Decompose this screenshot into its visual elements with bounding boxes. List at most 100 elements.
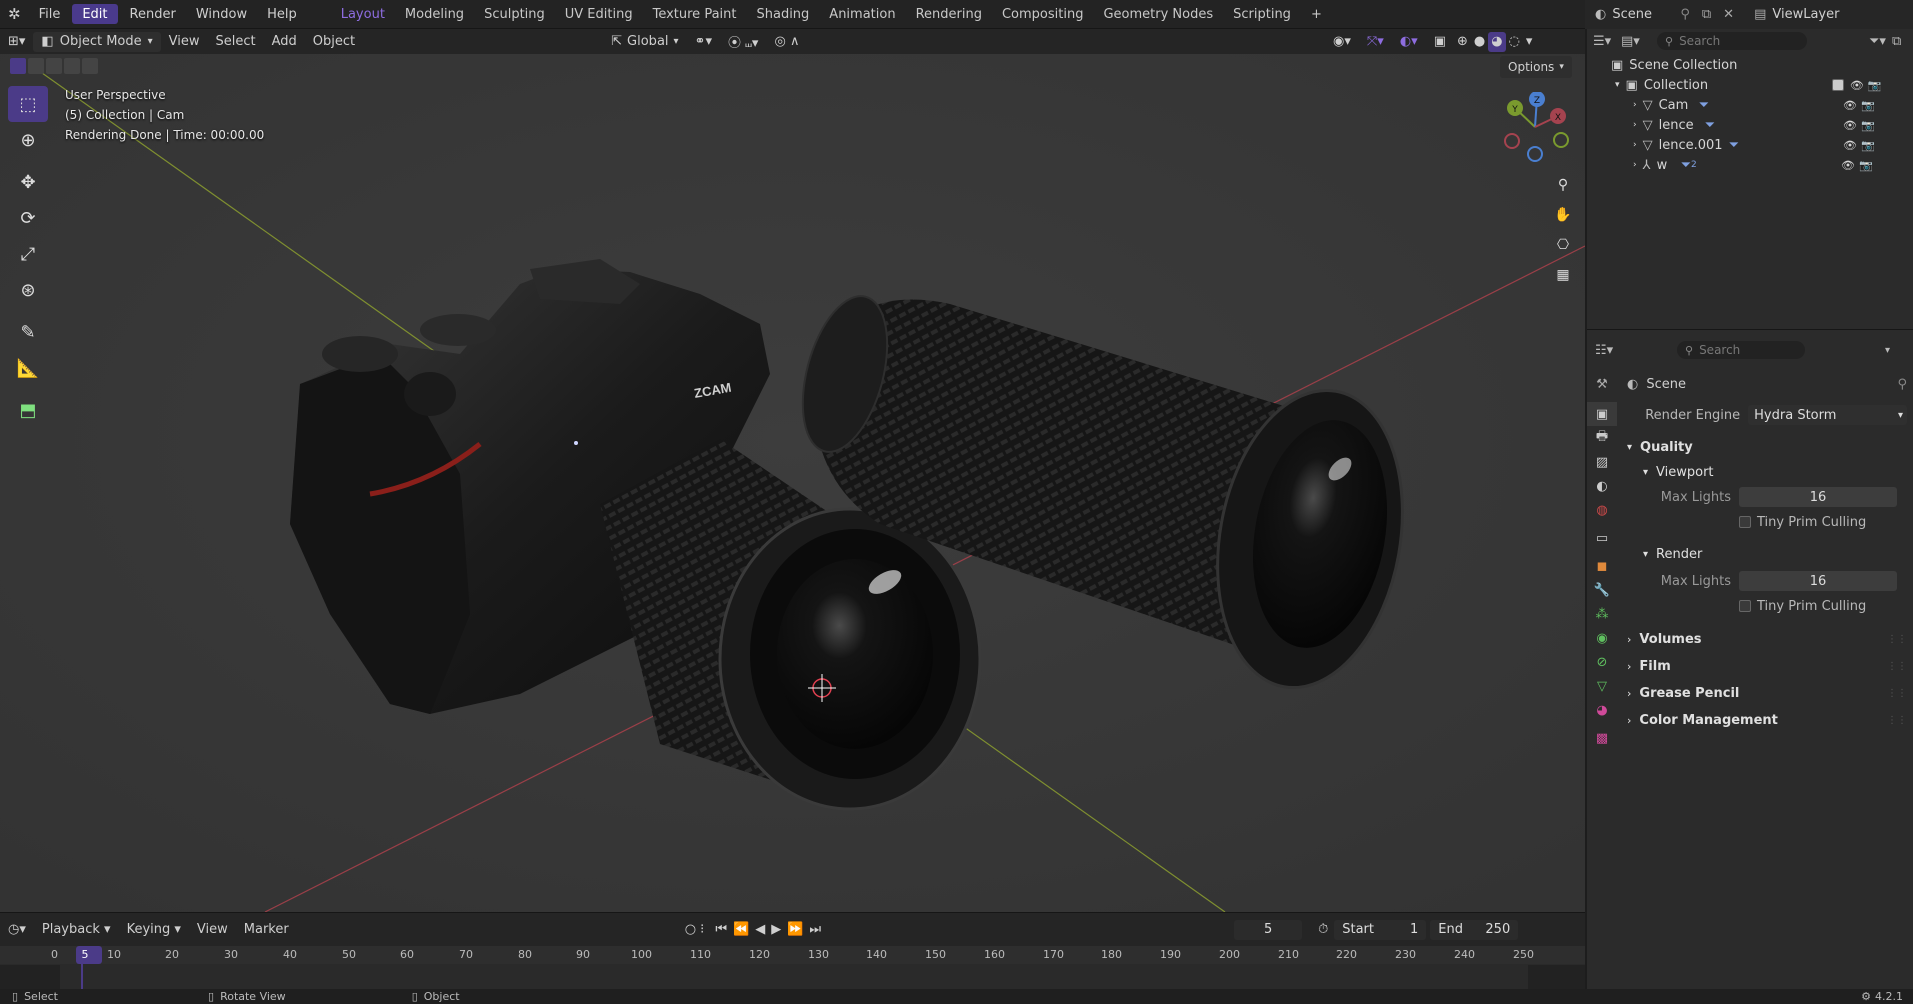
texture-tab-icon[interactable]: ▩ [1587,726,1617,750]
blender-logo-icon[interactable]: ✲ [0,0,29,29]
select-intersect-icon[interactable] [82,58,98,74]
viewlayer-name[interactable]: ViewLayer [1772,7,1839,22]
timeline-editor-icon[interactable]: ◷▾ [0,917,34,942]
scale-tool-icon[interactable]: ⤢ [8,236,48,272]
orientation-selector[interactable]: ⇱ Global ▾ [603,29,686,54]
menu-window[interactable]: Window [186,0,257,29]
start-frame-field[interactable]: Start 1 [1334,919,1427,940]
shading-options-icon[interactable]: ▾ [1523,29,1536,54]
mesh-data-icon[interactable]: ⏷ [1699,98,1709,113]
viewlayer-icon[interactable]: ▤ [1740,7,1772,22]
playhead[interactable] [76,946,102,964]
eye-icon[interactable]: 👁 [1850,79,1864,92]
tab-animation[interactable]: Animation [819,0,905,29]
outliner-item-cam[interactable]: › ▽ Cam ⏷ 👁 📷 [1611,95,1913,115]
pivot-icon[interactable]: ⚭▾ [687,29,720,54]
mode-selector[interactable]: ◧ Object Mode ▾ [33,31,161,52]
add-cube-tool-icon[interactable]: ⬒ [8,392,48,428]
pin-icon[interactable]: ⚲ [1897,377,1907,392]
move-tool-icon[interactable]: ✥ [8,164,48,200]
auto-keying-icon[interactable]: ○ ⁝ [677,917,713,942]
world-tab-icon[interactable]: ◍ [1587,498,1617,522]
scene-tab-icon[interactable]: ◐ [1587,474,1617,498]
collection-tab-icon[interactable]: ▭ [1587,526,1617,550]
view-layer-tab-icon[interactable]: ▨ [1587,450,1617,474]
select-new-icon[interactable] [10,58,26,74]
outliner-item-lence001[interactable]: › ▽ lence.001 ⏷ 👁 📷 [1611,135,1913,155]
collection-checkbox[interactable] [1831,79,1844,91]
chevron-right-icon[interactable]: › [1633,160,1637,170]
modifier-tab-icon[interactable]: 🔧 [1587,578,1617,602]
drag-handle-icon[interactable]: ⋮⋮ [1887,688,1907,699]
select-box-tool-icon[interactable]: ⬚ [8,86,48,122]
viewport-max-lights-field[interactable]: 16 [1739,487,1897,507]
physics-tab-icon[interactable]: ◉ [1587,626,1617,650]
object-tab-icon[interactable]: ◼ [1587,554,1617,578]
shading-material-icon[interactable]: ◕ [1488,31,1506,52]
camera-render-icon[interactable]: 📷 [1859,159,1873,172]
play-icon[interactable]: ▶ [768,917,784,942]
mesh-data-icon[interactable]: ⏷ [1705,118,1715,133]
outliner-item-w[interactable]: › ⅄ w ⏷ 2 👁 📷 [1611,155,1913,175]
tab-sculpting[interactable]: Sculpting [474,0,555,29]
chevron-down-icon[interactable]: ▾ [1615,80,1620,90]
jump-start-icon[interactable]: ⏮ [712,917,730,942]
visibility-icon[interactable]: ◉▾ [1325,29,1359,54]
play-reverse-icon[interactable]: ◀ [752,917,768,942]
material-tab-icon[interactable]: ◕ [1587,698,1617,722]
eye-icon[interactable]: 👁 [1843,139,1857,152]
navigation-gizmo[interactable]: Y Z X [1500,91,1570,162]
measure-tool-icon[interactable]: 📐 [8,350,48,386]
editor-type-icon[interactable]: ⊞▾ [0,29,33,54]
tab-rendering[interactable]: Rendering [906,0,992,29]
annotate-tool-icon[interactable]: ✎ [8,314,48,350]
proportional-edit-icon[interactable]: ◎ ∧ [766,29,807,54]
outliner-item-lence[interactable]: › ▽ lence ⏷ 👁 📷 [1611,115,1913,135]
mesh-data-icon[interactable]: ⏷ [1681,158,1691,173]
next-keyframe-icon[interactable]: ⏩ [784,917,806,942]
options-dropdown[interactable]: Options ▾ [1500,56,1572,78]
end-frame-field[interactable]: End 250 [1430,919,1519,940]
transform-tool-icon[interactable]: ⊛ [8,272,48,308]
select-invert-icon[interactable] [64,58,80,74]
tab-modeling[interactable]: Modeling [395,0,474,29]
gizmo-icon[interactable]: ⤧▾ [1359,29,1392,54]
tab-uv-editing[interactable]: UV Editing [555,0,643,29]
shading-rendered-icon[interactable]: ◌ [1506,29,1523,54]
eye-icon[interactable]: 👁 [1843,119,1857,132]
overlay-icon[interactable]: ◐▾ [1392,29,1426,54]
mesh-data-icon[interactable]: ⏷ [1729,138,1739,153]
viewport-subpanel-header[interactable]: ▾ Viewport [1627,460,1907,484]
menu-help[interactable]: Help [257,0,307,29]
3d-viewport[interactable]: ZCAM User Perspective (5) Collection | C… [0,54,1585,912]
shading-solid-icon[interactable]: ● [1471,29,1488,54]
outliner-scene-collection[interactable]: ▣ Scene Collection [1611,55,1913,75]
menu-select[interactable]: Select [208,29,264,54]
tab-geometry-nodes[interactable]: Geometry Nodes [1093,0,1223,29]
view-menu[interactable]: View [189,917,236,942]
menu-add[interactable]: Add [264,29,305,54]
select-extend-icon[interactable] [28,58,44,74]
properties-editor-icon[interactable]: ☷▾ [1595,343,1677,358]
camera-render-icon[interactable]: 📷 [1861,99,1875,112]
tiny-prim-checkbox[interactable] [1739,600,1751,612]
playback-menu[interactable]: Playback ▾ [34,917,119,942]
scene-name[interactable]: Scene [1612,7,1674,22]
output-tab-icon[interactable]: 🖶 [1587,426,1617,450]
zoom-icon[interactable]: ⚲ [1550,172,1576,198]
tab-compositing[interactable]: Compositing [992,0,1094,29]
menu-view[interactable]: View [161,29,208,54]
pin-icon[interactable]: ⚲ [1674,7,1696,22]
data-tab-icon[interactable]: ▽ [1587,674,1617,698]
tool-tab-icon[interactable]: ⚒ [1587,372,1617,396]
marker-menu[interactable]: Marker [236,917,297,942]
stopwatch-icon[interactable]: ⏱ [1312,922,1334,937]
scene-icon[interactable]: ◐ [1585,7,1612,22]
color-management-panel-header[interactable]: › Color Management ⋮⋮ [1627,707,1907,734]
outliner-search[interactable]: ⚲ Search [1657,32,1807,50]
camera-render-icon[interactable]: 📷 [1861,139,1875,152]
timeline-area[interactable]: 0 5 10 20 30 40 50 60 70 80 90 100 110 1… [0,946,1585,989]
tab-shading[interactable]: Shading [746,0,819,29]
menu-edit[interactable]: Edit [72,4,118,24]
camera-render-icon[interactable]: 📷 [1868,79,1882,92]
